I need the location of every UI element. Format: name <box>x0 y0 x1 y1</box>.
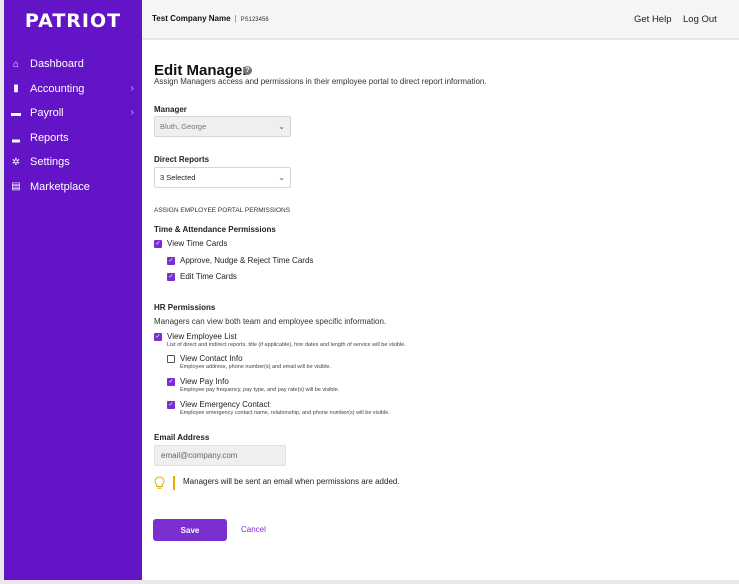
chevron-right-icon: › <box>130 82 134 94</box>
view-time-cards-checkbox[interactable]: ✓ <box>154 240 162 248</box>
view-emergency-contact-description: Employee emergency contact name, relatio… <box>180 410 390 416</box>
view-pay-info-checkbox[interactable]: ✓ <box>167 378 175 386</box>
hr-permissions-note: Managers can view both team and employee… <box>154 317 387 326</box>
view-pay-info-option: ✓ View Pay Info Employee pay frequency, … <box>167 377 339 393</box>
view-pay-info-label: View Pay Info <box>180 377 229 386</box>
sidebar-item-label: Dashboard <box>30 58 84 71</box>
gear-icon: ✲ <box>11 156 21 168</box>
view-employee-list-checkbox[interactable]: ✓ <box>154 333 162 341</box>
company-separator: | <box>234 14 237 23</box>
approve-time-cards-option: ✓ Approve, Nudge & Reject Time Cards <box>167 256 313 265</box>
save-button[interactable]: Save <box>153 519 227 541</box>
help-icon[interactable]: ? <box>243 66 252 75</box>
sidebar-item-label: Reports <box>30 131 69 144</box>
view-employee-list-option: ✓ View Employee List List of direct and … <box>154 332 406 348</box>
view-employee-list-description: List of direct and indirect reports, tit… <box>167 342 406 348</box>
view-contact-info-option: View Contact Info Employee address, phon… <box>167 354 331 370</box>
sidebar-item-settings[interactable]: ✲ Settings <box>4 150 142 175</box>
sidebar-item-label: Accounting <box>30 82 85 95</box>
permissions-section-heading: ASSIGN EMPLOYEE PORTAL PERMISSIONS <box>154 207 291 214</box>
edit-time-cards-option: ✓ Edit Time Cards <box>167 272 237 281</box>
sidebar-item-label: Settings <box>30 156 70 169</box>
book-icon: ▮ <box>13 83 19 95</box>
view-employee-list-label: View Employee List <box>167 332 237 341</box>
manager-select[interactable]: Bluth, George ⌄ <box>154 116 291 137</box>
email-address-input[interactable] <box>154 445 286 466</box>
approve-time-cards-checkbox[interactable]: ✓ <box>167 257 175 265</box>
email-address-label: Email Address <box>154 433 210 442</box>
sidebar-item-dashboard[interactable]: ⌂ Dashboard <box>4 52 142 77</box>
top-bar: Test Company Name | PS123456 Get Help Log … <box>142 0 739 39</box>
hr-permissions-heading: HR Permissions <box>154 303 216 312</box>
sidebar-item-marketplace[interactable]: ▤ Marketplace <box>4 175 142 200</box>
view-contact-info-description: Employee address, phone number(s) and em… <box>180 364 332 370</box>
view-time-cards-option: ✓ View Time Cards <box>154 239 227 248</box>
sidebar-item-reports[interactable]: ▂ Reports <box>4 126 142 151</box>
storefront-icon: ▤ <box>11 181 21 193</box>
lightbulb-icon <box>154 476 165 489</box>
info-message: Managers will be sent an email when perm… <box>183 477 400 486</box>
sidebar-item-payroll[interactable]: ▬ Payroll › <box>4 101 142 126</box>
view-contact-info-label: View Contact Info <box>180 354 243 363</box>
page-subtitle: Assign Managers access and permissions i… <box>154 77 487 86</box>
money-icon: ▬ <box>11 107 21 119</box>
manager-select-value: Bluth, George <box>160 122 207 131</box>
patriot-logo[interactable]: PATRIOT <box>4 10 142 32</box>
get-help-link[interactable]: Get Help <box>634 14 672 25</box>
direct-reports-select[interactable]: 3 Selected ⌄ <box>154 167 291 188</box>
home-icon: ⌂ <box>12 58 20 70</box>
manager-label: Manager <box>154 105 187 114</box>
direct-reports-label: Direct Reports <box>154 155 210 164</box>
view-contact-info-checkbox[interactable] <box>167 355 175 363</box>
view-emergency-contact-label: View Emergency Contact <box>180 400 270 409</box>
chevron-down-icon: ⌄ <box>278 122 285 131</box>
view-emergency-contact-checkbox[interactable]: ✓ <box>167 401 175 409</box>
sidebar: PATRIOT ⌂ Dashboard ▮ Accounting › ▬ Pay… <box>4 0 142 580</box>
company-name: Test Company Name <box>152 14 231 23</box>
edit-time-cards-checkbox[interactable]: ✓ <box>167 273 175 281</box>
approve-time-cards-label: Approve, Nudge & Reject Time Cards <box>180 256 314 265</box>
main-content: Edit Manager ? Assign Managers access an… <box>142 40 739 580</box>
log-out-link[interactable]: Log Out <box>683 14 717 25</box>
sidebar-item-label: Marketplace <box>30 180 90 193</box>
cancel-button[interactable]: Cancel <box>241 525 266 534</box>
sidebar-item-label: Payroll <box>30 107 64 120</box>
direct-reports-select-value: 3 Selected <box>160 173 196 182</box>
view-emergency-contact-option: ✓ View Emergency Contact Employee emerge… <box>167 400 390 416</box>
view-time-cards-label: View Time Cards <box>167 239 228 248</box>
company-id: PS123456 <box>240 17 269 23</box>
company-info: Test Company Name | PS123456 <box>152 14 269 23</box>
time-attendance-heading: Time & Attendance Permissions <box>154 225 276 234</box>
view-pay-info-description: Employee pay frequency, pay type, and pa… <box>180 387 340 393</box>
chevron-down-icon: ⌄ <box>278 173 285 182</box>
bar-chart-icon: ▂ <box>12 132 20 144</box>
info-divider <box>173 476 175 490</box>
sidebar-nav: ⌂ Dashboard ▮ Accounting › ▬ Payroll › ▂… <box>4 52 142 199</box>
sidebar-item-accounting[interactable]: ▮ Accounting › <box>4 77 142 102</box>
edit-time-cards-label: Edit Time Cards <box>180 272 237 281</box>
chevron-right-icon: › <box>130 107 134 118</box>
